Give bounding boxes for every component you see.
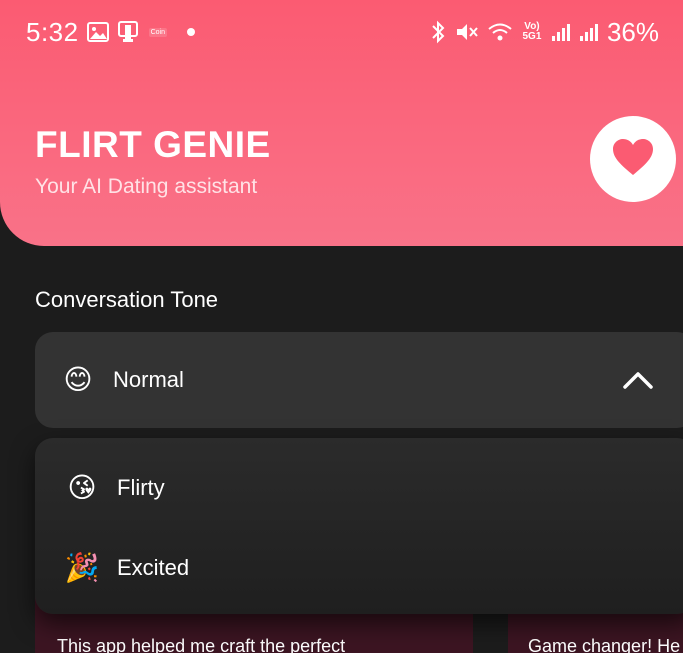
status-time: 5:32 [26,16,79,47]
kissing-face-icon: 😘 [67,472,97,503]
favorites-button[interactable] [590,116,676,202]
app-title: FLIRT GENIE [35,124,271,165]
party-popper-icon: 🎉 [64,552,100,583]
status-bar-right: Vo) 5G1 36% [429,17,659,48]
signal-icon-2 [579,22,599,42]
smiling-face-icon: 😊 [63,364,93,395]
screenshot-icon [117,21,141,43]
heart-icon [611,137,655,182]
tone-option-flirty[interactable]: 😘 Flirty [35,448,683,528]
coin-app-icon: Coin [148,27,168,37]
review-text: This app helped me craft the perfect [57,636,346,653]
status-bar-left: 5:32 Coin [26,16,196,48]
app-subtitle: Your AI Dating assistant [35,175,258,198]
mute-icon [455,21,479,43]
notification-dot-icon [187,28,196,36]
signal-icon [551,22,571,42]
tone-option-label: Excited [117,555,190,580]
bluetooth-icon [429,20,447,44]
battery-percentage: 36% [606,16,659,47]
chevron-up-icon[interactable] [622,370,654,395]
review-text: Game changer! He [528,636,681,653]
selected-tone-label: Normal [113,367,184,392]
status-bar: 5:32 Coin Vo) 5G1 36% [0,0,683,64]
tone-option-excited[interactable]: 🎉 Excited [35,528,683,608]
tone-option-label: Flirty [117,475,165,500]
gallery-icon [86,22,109,42]
volte-5g-icon: Vo) 5G1 [521,22,543,42]
conversation-tone-label: Conversation Tone [35,287,219,312]
network-label: Vo) 5G1 [522,21,542,42]
wifi-icon [487,21,513,43]
tone-options-menu: 😘 Flirty 🎉 Excited [35,438,683,614]
tone-dropdown[interactable]: 😊 Normal [35,332,683,428]
